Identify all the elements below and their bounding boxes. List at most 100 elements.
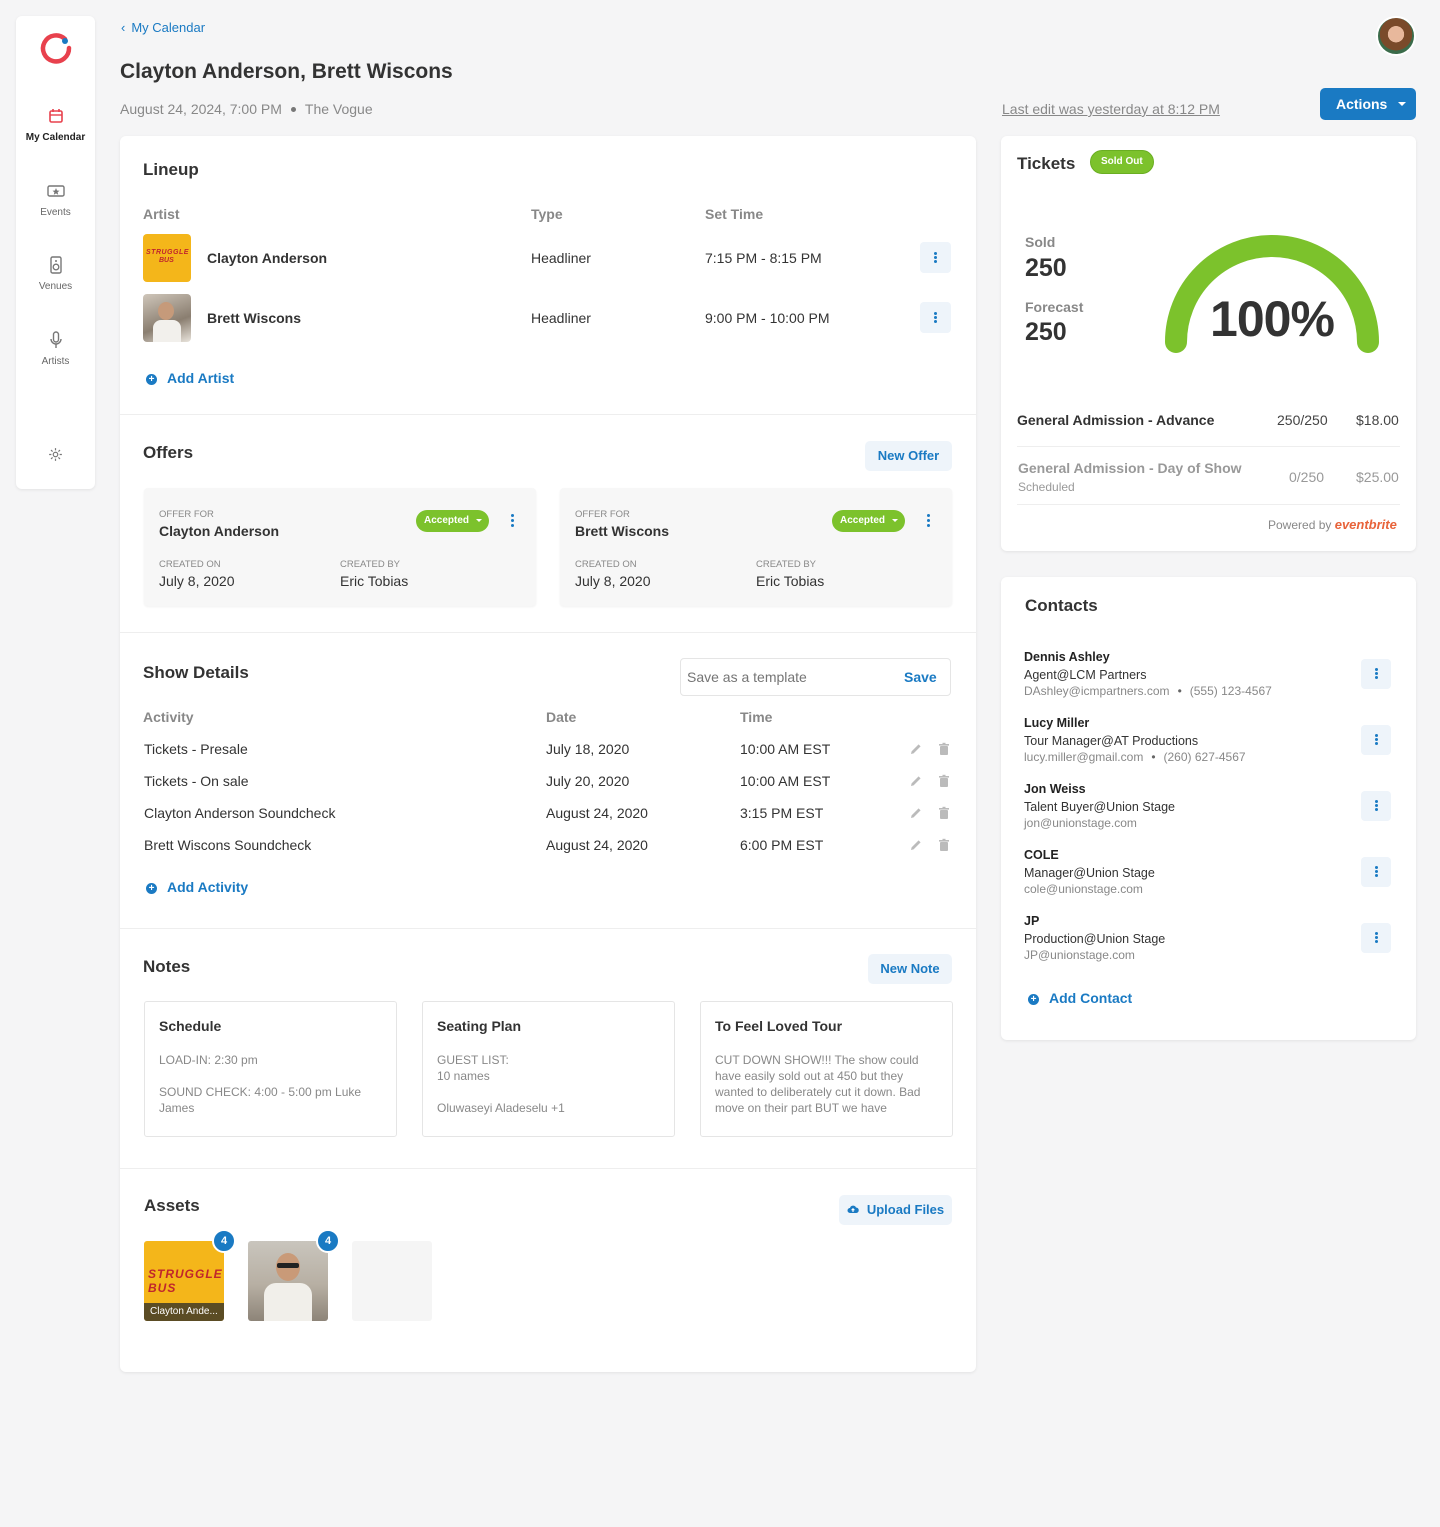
contact-role: Talent Buyer@Union Stage bbox=[1024, 800, 1175, 814]
brand-logo[interactable] bbox=[38, 30, 74, 66]
contact-meta: lucy.miller@gmail.com • (260) 627-4567 bbox=[1024, 750, 1246, 764]
sidebar: My Calendar Events Venues Artists bbox=[16, 16, 95, 489]
trash-icon[interactable] bbox=[937, 838, 951, 852]
back-link-label: My Calendar bbox=[131, 20, 206, 35]
offer-for-label: OFFER FOR bbox=[575, 509, 630, 520]
note-card[interactable]: Seating Plan GUEST LIST: 10 names Oluwas… bbox=[422, 1001, 675, 1137]
artist-name[interactable]: Brett Wiscons bbox=[207, 310, 301, 326]
assets-title: Assets bbox=[144, 1196, 200, 1215]
powered-by-label: Powered by bbox=[1268, 518, 1332, 532]
more-menu-button[interactable] bbox=[1361, 659, 1391, 689]
note-card[interactable]: To Feel Loved Tour CUT DOWN SHOW!!! The … bbox=[700, 1001, 953, 1137]
chevron-left-icon: ‹ bbox=[121, 20, 126, 35]
artist-name[interactable]: Clayton Anderson bbox=[207, 250, 327, 266]
contact-role: Manager@Union Stage bbox=[1024, 866, 1155, 880]
more-menu-button[interactable] bbox=[920, 302, 951, 333]
notes-title: Notes bbox=[143, 957, 191, 976]
sidebar-item-label: Events bbox=[40, 207, 71, 218]
trash-icon[interactable] bbox=[937, 806, 951, 820]
add-contact-label: Add Contact bbox=[1049, 990, 1133, 1006]
col-set-time: Set Time bbox=[705, 206, 764, 222]
asset-thumbnail[interactable] bbox=[248, 1241, 328, 1321]
offer-status-badge[interactable]: Accepted bbox=[832, 510, 906, 532]
sidebar-item-artists[interactable]: Artists bbox=[16, 330, 95, 367]
offer-artist: Brett Wiscons bbox=[575, 523, 670, 539]
more-menu-button[interactable] bbox=[1361, 857, 1391, 887]
add-artist-link[interactable]: + Add Artist bbox=[146, 370, 234, 386]
created-by-label: CREATED BY bbox=[340, 559, 401, 570]
event-venue[interactable]: The Vogue bbox=[305, 101, 373, 117]
offer-status-badge[interactable]: Accepted bbox=[416, 510, 490, 532]
more-menu-button[interactable] bbox=[1361, 725, 1391, 755]
sidebar-item-label: Venues bbox=[38, 281, 73, 292]
section-divider bbox=[120, 414, 976, 415]
contact-role: Tour Manager@AT Productions bbox=[1024, 734, 1199, 748]
offer-card[interactable]: OFFER FOR Brett Wiscons Accepted CREATED… bbox=[560, 488, 952, 606]
user-avatar[interactable] bbox=[1376, 16, 1416, 56]
upload-files-button[interactable]: Upload Files bbox=[839, 1195, 952, 1225]
new-note-button[interactable]: New Note bbox=[868, 954, 952, 984]
edit-icon[interactable] bbox=[909, 774, 923, 788]
contact-email[interactable]: cole@unionstage.com bbox=[1024, 882, 1143, 896]
trash-icon[interactable] bbox=[937, 742, 951, 756]
note-line: CUT DOWN SHOW!!! The show could have eas… bbox=[715, 1053, 921, 1115]
note-line: Oluwaseyi Aladeselu +1 bbox=[437, 1101, 565, 1115]
more-vertical-icon[interactable] bbox=[511, 514, 514, 527]
actions-button[interactable]: Actions bbox=[1320, 88, 1416, 120]
save-template-button[interactable]: Save bbox=[904, 669, 937, 685]
ticket-type-sub: Scheduled bbox=[1018, 480, 1075, 494]
ticket-type-name: General Admission - Day of Show bbox=[1018, 460, 1242, 476]
created-by-label: CREATED BY bbox=[756, 559, 817, 570]
contact-email[interactable]: lucy.miller@gmail.com bbox=[1024, 750, 1143, 764]
sidebar-item-label: Artists bbox=[41, 356, 70, 367]
add-contact-link[interactable]: + Add Contact bbox=[1028, 990, 1132, 1006]
contact-phone[interactable]: (555) 123-4567 bbox=[1190, 684, 1272, 698]
more-vertical-icon[interactable] bbox=[927, 514, 930, 527]
more-menu-button[interactable] bbox=[1361, 923, 1391, 953]
back-link[interactable]: ‹ My Calendar bbox=[121, 20, 205, 35]
contact-email[interactable]: JP@unionstage.com bbox=[1024, 948, 1135, 962]
note-line: SOUND CHECK: 4:00 - 5:00 pm Luke James bbox=[159, 1085, 362, 1115]
more-menu-button[interactable] bbox=[1361, 791, 1391, 821]
artist-thumb[interactable] bbox=[143, 294, 191, 342]
ticket-type-name: General Admission - Advance bbox=[1017, 412, 1215, 428]
sidebar-item-my-calendar[interactable]: My Calendar bbox=[16, 106, 95, 143]
sidebar-item-venues[interactable]: Venues bbox=[16, 255, 95, 292]
trash-icon[interactable] bbox=[937, 774, 951, 788]
contact-email[interactable]: jon@unionstage.com bbox=[1024, 816, 1137, 830]
created-by-value: Eric Tobias bbox=[340, 573, 409, 589]
edit-icon[interactable] bbox=[909, 838, 923, 852]
plus-circle-icon: + bbox=[146, 374, 157, 385]
sold-out-badge: Sold Out bbox=[1090, 150, 1154, 174]
edit-icon[interactable] bbox=[909, 742, 923, 756]
event-datetime: August 24, 2024, 7:00 PM bbox=[120, 101, 282, 117]
artist-set-time: 7:15 PM - 8:15 PM bbox=[705, 250, 822, 266]
template-name-input[interactable] bbox=[687, 667, 887, 687]
last-edit-link[interactable]: Last edit was yesterday at 8:12 PM bbox=[1002, 101, 1220, 117]
asset-thumbnail[interactable]: STRUGGLE BUS Clayton Ande... bbox=[144, 1241, 224, 1321]
add-activity-link[interactable]: + Add Activity bbox=[146, 879, 248, 895]
eventbrite-logo[interactable]: eventbrite bbox=[1335, 517, 1397, 532]
note-card[interactable]: Schedule LOAD-IN: 2:30 pm SOUND CHECK: 4… bbox=[144, 1001, 397, 1137]
more-menu-button[interactable] bbox=[920, 242, 951, 273]
activity-time: 3:15 PM EST bbox=[740, 805, 824, 821]
section-divider bbox=[120, 1168, 976, 1169]
contact-name: Lucy Miller bbox=[1024, 716, 1090, 730]
row-divider bbox=[1017, 446, 1400, 447]
gear-icon[interactable] bbox=[48, 447, 63, 462]
col-time: Time bbox=[740, 709, 773, 725]
new-offer-button[interactable]: New Offer bbox=[865, 441, 952, 471]
contact-email[interactable]: DAshley@icmpartners.com bbox=[1024, 684, 1170, 698]
contact-phone[interactable]: (260) 627-4567 bbox=[1164, 750, 1246, 764]
artist-thumb[interactable]: STRUGGLE BUS bbox=[143, 234, 191, 282]
contact-name: Jon Weiss bbox=[1024, 782, 1086, 796]
offer-artist: Clayton Anderson bbox=[159, 523, 280, 539]
col-date: Date bbox=[546, 709, 577, 725]
separator-dot: • bbox=[1151, 750, 1156, 764]
activity-date: July 18, 2020 bbox=[546, 741, 630, 757]
activity-date: August 24, 2020 bbox=[546, 837, 648, 853]
offer-card[interactable]: OFFER FOR Clayton Anderson Accepted CREA… bbox=[144, 488, 536, 606]
sidebar-item-events[interactable]: Events bbox=[16, 181, 95, 218]
separator-dot bbox=[290, 106, 296, 112]
edit-icon[interactable] bbox=[909, 806, 923, 820]
